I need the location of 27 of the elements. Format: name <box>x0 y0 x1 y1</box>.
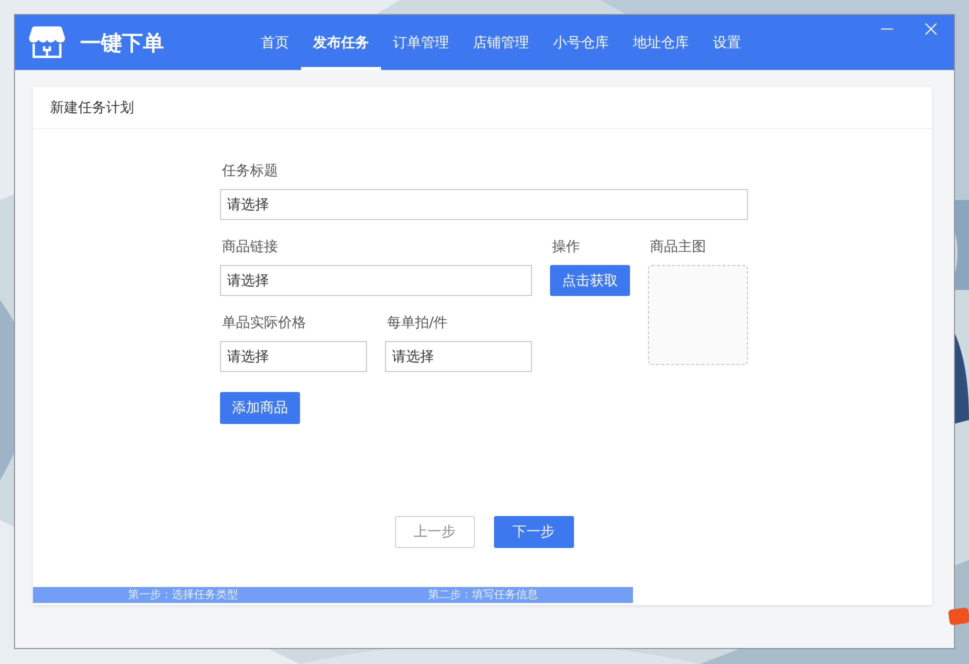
nav-tab[interactable]: 设置 <box>701 15 753 70</box>
input-field[interactable]: 请选择 <box>220 265 532 296</box>
field-label: 单品实际价格 <box>222 314 306 333</box>
field-label: 商品链接 <box>222 238 278 257</box>
nav-tab[interactable]: 小号仓库 <box>541 15 621 70</box>
nav-tab[interactable]: 订单管理 <box>381 15 461 70</box>
field-label: 商品主图 <box>650 238 706 257</box>
nav-tab[interactable]: 店铺管理 <box>461 15 541 70</box>
close-icon[interactable] <box>925 23 937 35</box>
card-title: 新建任务计划 <box>50 98 134 116</box>
nav-tab[interactable]: 地址仓库 <box>621 15 701 70</box>
step-label: 第二步：填写任务信息 <box>427 587 539 603</box>
add-product-button[interactable]: 添加商品 <box>220 392 300 424</box>
field-label: 每单拍/件 <box>387 314 448 333</box>
step-button[interactable]: 上一步 <box>394 516 474 548</box>
input-field[interactable]: 请选择 <box>220 189 748 220</box>
input-field[interactable]: 请选择 <box>220 341 367 372</box>
step-label: 第一步：选择任务类型 <box>127 587 239 603</box>
field-label: 操作 <box>552 238 580 257</box>
fetch-button[interactable]: 点击获取 <box>550 265 630 296</box>
store-icon <box>28 25 66 60</box>
input-field[interactable]: 请选择 <box>385 341 532 372</box>
app-title: 一键下单 <box>80 30 164 56</box>
field-label: 任务标题 <box>222 162 279 181</box>
nav-tab[interactable]: 发布任务 <box>301 15 381 70</box>
nav-tab[interactable]: 首页 <box>249 15 301 70</box>
step-button[interactable]: 下一步 <box>494 516 574 548</box>
